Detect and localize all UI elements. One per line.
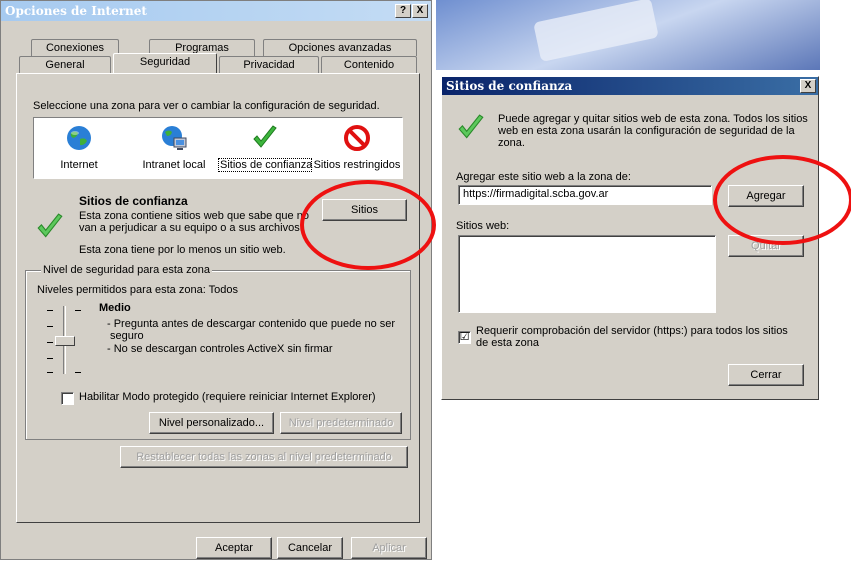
level-bullet-1-cont: seguro <box>110 330 144 342</box>
zone-label-internet: Internet <box>60 159 98 171</box>
select-zone-instruction: Seleccione una zona para ver o cambiar l… <box>33 100 380 112</box>
close-dialog-button[interactable]: Cerrar <box>728 364 804 386</box>
default-level-button[interactable]: Nivel predeterminado <box>280 412 402 434</box>
require-https-checkbox[interactable]: ☑ <box>458 331 471 344</box>
cancel-button[interactable]: Cancelar <box>277 537 343 559</box>
level-bullet-2: - No se descargan controles ActiveX sin … <box>107 343 333 355</box>
trusted-sites-dialog: Sitios de confianza X Puede agregar y qu… <box>441 76 819 400</box>
require-https-label-line2: de esta zona <box>476 337 539 349</box>
zone-restricted[interactable]: Sitios restringidos <box>312 124 402 171</box>
apply-button[interactable]: Aplicar <box>351 537 427 559</box>
checkmark-icon <box>253 125 277 148</box>
dialog-info-line1: Puede agregar y quitar sitios web de est… <box>498 113 808 125</box>
add-button[interactable]: Agregar <box>728 185 804 207</box>
url-input[interactable]: https://firmadigital.scba.gov.ar <box>458 185 712 205</box>
slider-tick <box>75 372 81 373</box>
slider-tick <box>75 310 81 311</box>
tab-privacidad[interactable]: Privacidad <box>219 56 319 73</box>
tab-seguridad[interactable]: Seguridad <box>113 53 217 73</box>
dialog-titlebar: Sitios de confianza X <box>442 77 818 95</box>
tab-conexiones[interactable]: Conexiones <box>31 39 119 56</box>
no-entry-icon <box>344 125 370 151</box>
zone-label-trusted: Sitios de confianza <box>218 158 313 172</box>
tab-opciones-avanzadas[interactable]: Opciones avanzadas <box>263 39 417 56</box>
security-level-legend: Nivel de seguridad para esta zona <box>41 264 212 276</box>
websites-label: Sitios web: <box>456 220 510 232</box>
level-name: Medio <box>99 302 131 314</box>
protected-mode-checkbox[interactable] <box>61 392 74 405</box>
zone-internet[interactable]: Internet <box>44 124 114 171</box>
tab-general[interactable]: General <box>19 56 111 73</box>
websites-list[interactable] <box>458 235 716 313</box>
remove-button[interactable]: Quitar <box>728 235 804 257</box>
dialog-close-button[interactable]: X <box>800 79 816 93</box>
background-page-lower <box>436 400 820 560</box>
close-button[interactable]: X <box>412 4 428 18</box>
level-bullet-1: - Pregunta antes de descargar contenido … <box>107 318 396 330</box>
slider-tick <box>47 326 53 327</box>
zone-title: Sitios de confianza <box>79 194 188 208</box>
zone-description-line3: Esta zona tiene por lo menos un sitio we… <box>79 244 286 256</box>
slider-thumb[interactable] <box>55 336 75 346</box>
reset-all-zones-button[interactable]: Restablecer todas las zonas al nivel pre… <box>120 446 408 468</box>
zone-label-restricted: Sitios restringidos <box>313 159 401 171</box>
globe-icon <box>67 126 91 150</box>
dialog-title: Sitios de confianza <box>446 79 573 93</box>
slider-tick <box>47 310 53 311</box>
slider-tick <box>47 372 53 373</box>
add-site-label: Agregar este sitio web a la zona de: <box>456 171 631 183</box>
trusted-checkmark-icon <box>458 114 484 139</box>
dialog-info-line3: zona. <box>498 137 525 149</box>
security-tab-panel: Seleccione una zona para ver o cambiar l… <box>16 73 420 523</box>
zone-description-line1: Esta zona contiene sitios web que sabe q… <box>79 210 309 222</box>
help-button[interactable]: ? <box>395 4 411 18</box>
security-level-slider[interactable] <box>45 306 85 376</box>
window-title: Opciones de Internet <box>5 4 147 18</box>
zone-intranet[interactable]: Intranet local <box>134 124 214 171</box>
zone-label-intranet: Intranet local <box>142 159 206 171</box>
require-https-label-line1: Requerir comprobación del servidor (http… <box>476 325 788 337</box>
protected-mode-label: Habilitar Modo protegido (requiere reini… <box>79 391 376 403</box>
window-titlebar: Opciones de Internet ? X <box>1 1 431 21</box>
internet-options-window: Opciones de Internet ? X Conexiones Prog… <box>0 0 432 560</box>
sites-button[interactable]: Sitios <box>322 199 407 221</box>
allowed-levels-text: Niveles permitidos para esta zona: Todos <box>37 284 238 296</box>
trusted-checkmark-icon <box>37 213 63 238</box>
ok-button[interactable]: Aceptar <box>196 537 272 559</box>
slider-tick <box>47 342 53 343</box>
slider-tick <box>47 358 53 359</box>
zone-list: Internet Intranet local Sitios de confia… <box>33 117 403 179</box>
tab-contenido[interactable]: Contenido <box>321 56 417 73</box>
zone-description-line2: van a perjudicar a su equipo o a sus arc… <box>79 222 303 234</box>
custom-level-button[interactable]: Nivel personalizado... <box>149 412 274 434</box>
dialog-info-line2: web en esta zona usarán la configuración… <box>498 125 795 137</box>
zone-trusted[interactable]: Sitios de confianza <box>218 124 313 172</box>
intranet-globe-icon <box>162 126 187 150</box>
